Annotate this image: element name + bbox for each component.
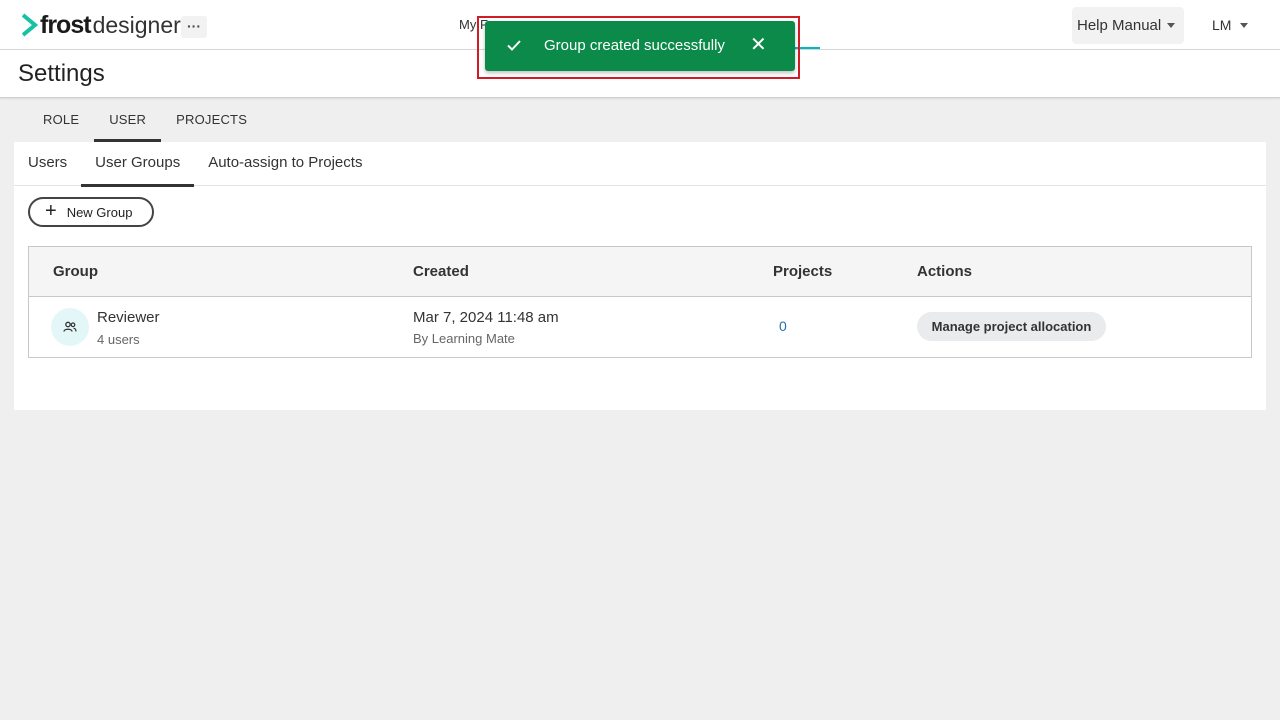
groups-table: Group Created Projects Actions Reviewer …: [28, 246, 1252, 358]
chevron-logo-icon: [22, 13, 38, 37]
app-logo[interactable]: frost designer: [22, 11, 181, 39]
users-group-icon: [63, 321, 77, 332]
toast-message: Group created successfully: [544, 37, 725, 54]
table-row: Reviewer 4 users Mar 7, 2024 11:48 am By…: [29, 297, 1251, 357]
tab-role[interactable]: ROLE: [28, 98, 94, 142]
help-manual-dropdown[interactable]: Help Manual: [1072, 7, 1184, 44]
manage-project-allocation-button[interactable]: Manage project allocation: [917, 312, 1106, 341]
group-user-count: 4 users: [97, 332, 140, 347]
user-initials: LM: [1212, 17, 1232, 33]
created-by: By Learning Mate: [413, 331, 515, 346]
logo-text-frost: frost: [40, 11, 92, 39]
column-header-projects: Projects: [773, 263, 833, 280]
plus-icon: +: [45, 200, 57, 222]
projects-count-link[interactable]: 0: [779, 318, 787, 334]
new-group-button[interactable]: + New Group: [28, 197, 154, 227]
success-toast: Group created successfully ✕: [485, 21, 795, 71]
page-title: Settings: [18, 60, 105, 87]
chevron-down-icon: [1240, 22, 1249, 28]
help-manual-label: Help Manual: [1077, 17, 1162, 34]
content-card: Users User Groups Auto-assign to Project…: [14, 142, 1266, 410]
new-group-label: New Group: [66, 204, 133, 220]
tab-users[interactable]: Users: [14, 142, 81, 186]
tab-user[interactable]: USER: [94, 98, 162, 142]
column-header-created: Created: [413, 263, 469, 280]
sub-tabs: Users User Groups Auto-assign to Project…: [14, 142, 1266, 187]
primary-tabs: ROLE USER PROJECTS: [28, 98, 262, 142]
created-date: Mar 7, 2024 11:48 am: [413, 309, 559, 326]
column-header-group: Group: [53, 263, 98, 280]
more-options-button[interactable]: ···: [181, 16, 207, 38]
chevron-down-icon: [1167, 23, 1176, 28]
check-icon: [507, 40, 521, 51]
logo-text-designer: designer: [92, 12, 181, 38]
tab-auto-assign[interactable]: Auto-assign to Projects: [194, 142, 376, 186]
group-avatar: [51, 308, 89, 346]
group-name[interactable]: Reviewer: [97, 309, 160, 326]
column-header-actions: Actions: [917, 263, 973, 280]
close-icon[interactable]: ✕: [750, 35, 767, 55]
table-header: Group Created Projects Actions: [29, 247, 1251, 297]
tab-projects[interactable]: PROJECTS: [161, 98, 262, 142]
user-menu-dropdown[interactable]: LM: [1212, 17, 1249, 33]
tab-user-groups[interactable]: User Groups: [81, 142, 195, 187]
